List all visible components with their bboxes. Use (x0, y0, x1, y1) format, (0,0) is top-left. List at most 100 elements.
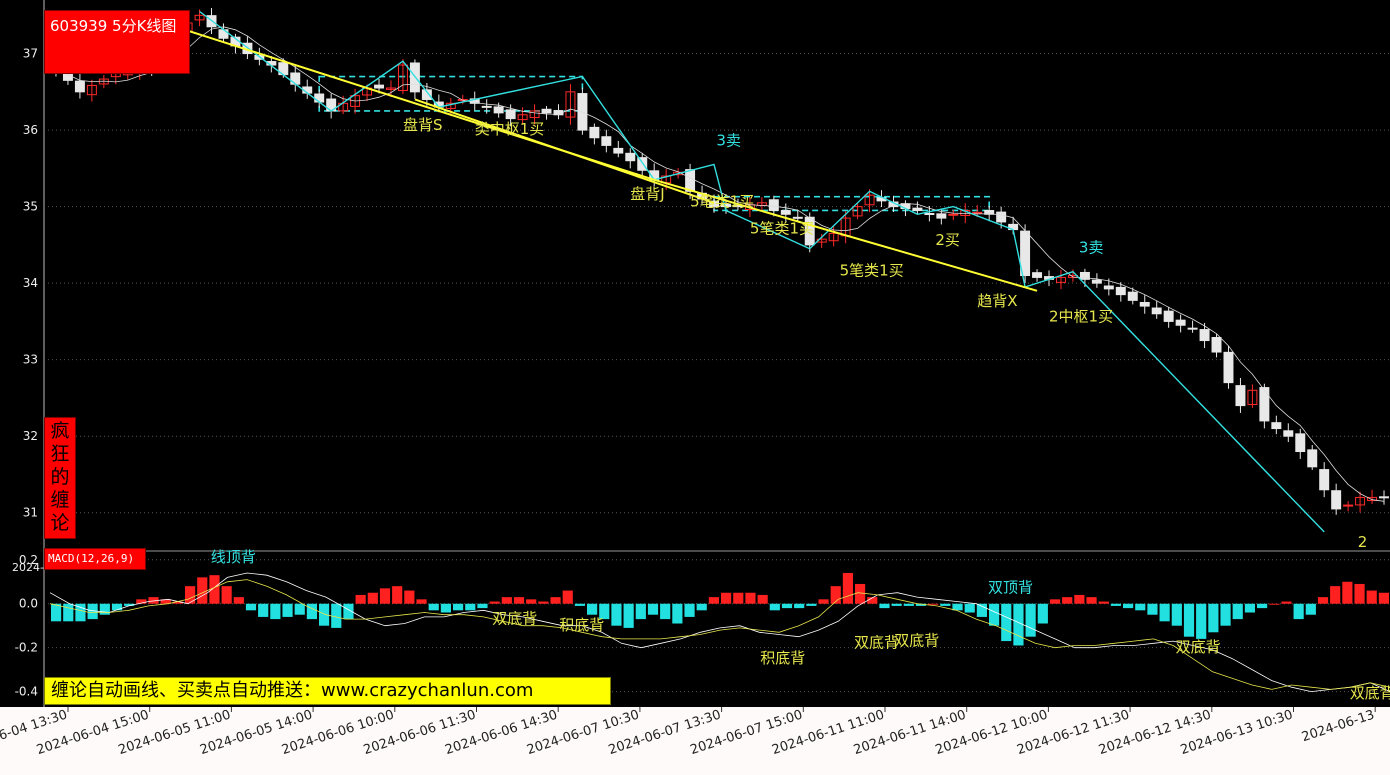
macd-bar (733, 592, 744, 604)
price-signal-label: 5笔类1买 (840, 262, 904, 280)
candle-body (1319, 469, 1330, 491)
macd-bar (721, 592, 732, 604)
price-tick-label: 33 (23, 353, 38, 367)
price-tick-label: 32 (23, 429, 38, 443)
macd-signal-label: 双底背 (854, 634, 899, 652)
candle-body (936, 213, 947, 219)
macd-bar (538, 601, 549, 604)
macd-bar (1330, 586, 1341, 604)
macd-bar (976, 603, 987, 617)
macd-bar (1378, 592, 1389, 604)
macd-bar (1305, 603, 1316, 615)
macd-bar (672, 603, 683, 624)
candle-body (1091, 279, 1102, 284)
macd-bar (282, 603, 293, 617)
macd-bar (623, 603, 634, 628)
macd-bar (1269, 603, 1280, 605)
candle-body (290, 72, 301, 85)
macd-bar (806, 603, 817, 606)
price-signal-label: 3卖 (716, 131, 741, 149)
macd-bar (404, 590, 415, 604)
chart-title-box: 603939 5分K线图 (44, 10, 190, 74)
macd-signal-label: 双顶背 (988, 579, 1033, 597)
candle-body (625, 152, 636, 162)
macd-bar (1086, 597, 1097, 604)
macd-bar (794, 603, 805, 609)
macd-bar (428, 603, 439, 611)
candle-body (637, 157, 648, 171)
candle-body (924, 213, 935, 216)
macd-bar (526, 599, 537, 604)
price-tick-label: 35 (23, 200, 38, 214)
macd-signal-label: 线顶背 (211, 548, 256, 566)
macd-bar (696, 603, 707, 611)
corner-date-label: 2024- (12, 561, 44, 574)
macd-bar (1037, 603, 1048, 624)
candle-body (1127, 291, 1138, 301)
macd-bar (111, 603, 123, 611)
macd-bar (757, 594, 768, 604)
macd-bar (221, 586, 232, 604)
macd-bar (1244, 603, 1255, 613)
macd-bar (501, 597, 512, 604)
macd-bar (1171, 603, 1182, 626)
price-signal-label: 类中枢1买 (475, 120, 545, 138)
candle-body (505, 109, 516, 120)
macd-bar (1001, 603, 1012, 642)
candle-body (218, 29, 229, 39)
macd-bar (294, 603, 305, 615)
price-signal-label: 盘背S (403, 116, 443, 134)
candle-body (1211, 336, 1222, 353)
price-signal-label: 2中枢1买 (1049, 307, 1113, 325)
macd-bar (306, 603, 317, 620)
candle-body (1283, 430, 1294, 437)
macd-bar (367, 592, 378, 604)
candle-body (780, 210, 791, 215)
macd-signal-label: 积底背 (760, 649, 805, 667)
macd-bar (928, 603, 939, 605)
candle-body (589, 126, 600, 139)
macd-bar (1183, 603, 1195, 637)
candle-body (1163, 310, 1174, 322)
macd-signal-label: 双底背 (492, 610, 537, 628)
macd-indicator-label[interactable]: MACD(12,26,9) (44, 548, 146, 570)
macd-bar (781, 603, 793, 609)
price-signal-label: 趋背X (977, 292, 1017, 310)
kline-chart[interactable]: 31323334353637 -0.4-0.20.00.2 盘背S 类中枢1买3卖… (0, 0, 1390, 775)
macd-bar (489, 601, 500, 604)
price-tick-label: 34 (23, 276, 38, 290)
candle-body (481, 105, 492, 108)
macd-bar (1366, 590, 1377, 604)
candle-body (1103, 285, 1114, 290)
price-signal-label: 2买 (935, 231, 960, 249)
candle-body (1343, 504, 1354, 507)
macd-bar (574, 603, 585, 606)
macd-bar (891, 603, 902, 606)
macd-bar (245, 603, 257, 611)
macd-bar (855, 583, 866, 604)
macd-bar (745, 592, 756, 604)
macd-bar (1098, 601, 1109, 604)
candle-body (314, 93, 325, 103)
macd-bar (647, 603, 659, 615)
candle-body (374, 84, 384, 89)
macd-bar (550, 597, 561, 604)
promo-banner[interactable]: 缠论自动画线、买卖点自动推送：www.crazychanlun.com (44, 677, 611, 705)
macd-bar (562, 590, 573, 604)
candle-body (1175, 319, 1186, 326)
macd-bar (51, 603, 62, 622)
price-signal-label: 2 (1358, 533, 1368, 551)
macd-bar (1293, 603, 1304, 620)
macd-bar (879, 603, 890, 609)
macd-bar (1049, 599, 1061, 604)
candle-body (768, 199, 779, 211)
candle-body (792, 216, 803, 219)
macd-signal-label: 双底背 (894, 631, 939, 649)
macd-bar (185, 586, 196, 604)
macd-bar (1232, 603, 1243, 620)
macd-bar (440, 603, 451, 613)
candle-body (1235, 385, 1246, 407)
macd-bar (513, 597, 525, 604)
candle-body (74, 80, 85, 93)
candle-body (1307, 449, 1318, 468)
